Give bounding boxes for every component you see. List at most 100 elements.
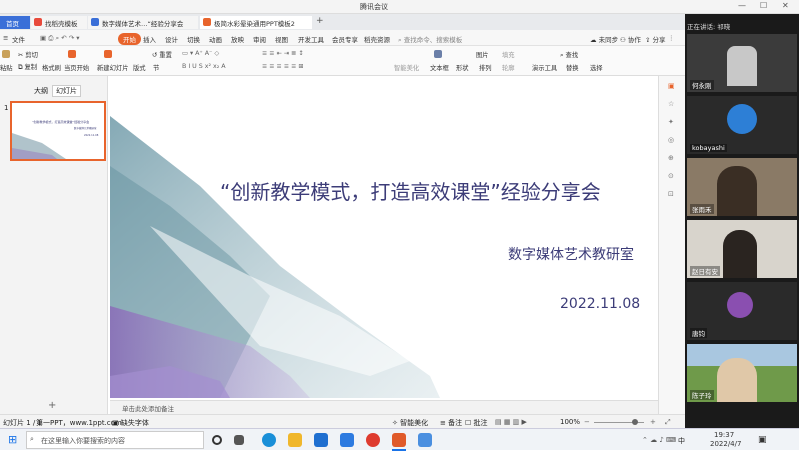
participant-tile[interactable]: kobayashi: [687, 96, 797, 154]
reset-button[interactable]: ↺ 重置: [152, 50, 172, 59]
cortana-icon[interactable]: [212, 435, 222, 445]
textbox-button[interactable]: 文本框: [430, 63, 449, 72]
missing-font-button[interactable]: ▣ 缺失字体: [112, 418, 149, 428]
participant-tile[interactable]: 何永刚: [687, 34, 797, 92]
play-icon[interactable]: [68, 50, 78, 58]
share-button[interactable]: ⇪ 分享: [645, 34, 666, 44]
zoom-out-icon[interactable]: −: [584, 418, 590, 426]
presentation-tool-button[interactable]: 演示工具: [532, 63, 557, 72]
shape-icon[interactable]: ◎: [668, 136, 674, 144]
slide-date[interactable]: 2022.11.08: [560, 296, 640, 312]
textbox-icon[interactable]: [434, 50, 444, 58]
mail-icon[interactable]: [314, 433, 328, 447]
style-icon[interactable]: ☆: [668, 100, 674, 108]
clock-time[interactable]: 19:37: [714, 431, 734, 439]
tab-slides[interactable]: 幻灯片: [52, 85, 81, 97]
notes-area[interactable]: 单击此处添加备注: [110, 400, 658, 414]
notes-toggle[interactable]: ≡ 备注: [440, 418, 462, 428]
add-slide-button[interactable]: +: [48, 400, 56, 411]
menu-view[interactable]: 视图: [275, 34, 288, 44]
select-button[interactable]: 选择: [590, 63, 603, 72]
menu-member[interactable]: 会员专享: [332, 34, 358, 44]
menu-insert[interactable]: 插入: [143, 34, 156, 44]
menu-docer-resources[interactable]: 稻壳资源: [364, 34, 390, 44]
cut-button[interactable]: ✂ 剪切: [18, 50, 38, 59]
menu-design[interactable]: 设计: [165, 34, 178, 44]
store-icon[interactable]: [340, 433, 354, 447]
chrome-icon[interactable]: [366, 433, 380, 447]
zoom-in-icon[interactable]: +: [650, 418, 656, 426]
location-icon[interactable]: ⊙: [668, 172, 674, 180]
animation-icon[interactable]: ✦: [668, 118, 674, 126]
notification-icon[interactable]: ▣: [758, 435, 767, 445]
backup-icon[interactable]: ⊡: [668, 190, 674, 198]
quick-access-toolbar[interactable]: ▣ ⎙ ⌕ ↶ ↷ ▾: [40, 34, 79, 43]
hamburger-icon[interactable]: ≡: [3, 34, 8, 42]
edge-icon[interactable]: [262, 433, 276, 447]
font-controls[interactable]: ▭ ▾ A⁺ A⁻ ◇: [182, 50, 219, 57]
paste-label[interactable]: 粘贴: [0, 63, 13, 72]
close-icon[interactable]: ✕: [782, 1, 789, 10]
new-slide-button[interactable]: 新建幻灯片: [97, 63, 128, 72]
menu-start[interactable]: 开始: [118, 33, 141, 45]
participant-tile[interactable]: 陈子玲: [687, 344, 797, 402]
system-tray-icons[interactable]: ⌃ ☁ ♪ ⌨: [642, 436, 676, 444]
arrange-button[interactable]: 排列: [479, 63, 492, 72]
menu-transition[interactable]: 切换: [187, 34, 200, 44]
menu-file[interactable]: 文件: [12, 34, 25, 44]
comments-toggle[interactable]: ☐ 批注: [465, 418, 488, 428]
minimize-icon[interactable]: —: [738, 1, 746, 10]
outline-button[interactable]: 轮廓: [502, 63, 515, 72]
menu-slideshow[interactable]: 放映: [231, 34, 244, 44]
participant-tile[interactable]: 唐钧: [687, 282, 797, 340]
fill-button[interactable]: 填充: [502, 50, 515, 59]
tab-outline[interactable]: 大纲: [34, 86, 48, 96]
search-command-box[interactable]: ⌕ 查找命令、搜索模板: [398, 34, 462, 45]
maximize-icon[interactable]: ☐: [760, 1, 767, 10]
sync-status[interactable]: ☁ 未同步: [590, 34, 618, 44]
alignment-controls[interactable]: ≡ ≡ ≡ ≡ ≡ ⊞: [262, 63, 304, 70]
resource-icon[interactable]: ⊕: [668, 154, 674, 162]
layout-button[interactable]: 版式: [133, 63, 146, 72]
wps-presentation-icon[interactable]: [392, 433, 406, 447]
slide-title[interactable]: “创新教学模式，打造高效课堂”经验分享会: [220, 176, 601, 205]
beautify-button[interactable]: ✧ 智能美化: [392, 418, 428, 428]
zoom-level[interactable]: 100%: [560, 418, 580, 426]
tab-home[interactable]: 首页: [0, 16, 30, 29]
tab-docer-templates[interactable]: 找稻壳模板: [31, 16, 87, 29]
shape-button[interactable]: 形状: [456, 63, 469, 72]
smart-beautify-button[interactable]: 智能美化: [394, 63, 419, 72]
zoom-slider-handle[interactable]: [632, 419, 638, 425]
participant-tile[interactable]: 赵日有安: [687, 220, 797, 278]
task-view-icon[interactable]: [234, 435, 244, 445]
slide-subtitle[interactable]: 数字媒体艺术教研室: [508, 244, 634, 264]
menu-animation[interactable]: 动画: [209, 34, 222, 44]
from-current-button[interactable]: 当页开始: [64, 63, 89, 72]
more-icon[interactable]: ⋮: [668, 34, 675, 42]
section-button[interactable]: 节: [153, 63, 159, 72]
property-icon[interactable]: ▣: [668, 82, 675, 90]
clock-date[interactable]: 2022/4/7: [710, 440, 741, 448]
participant-tile[interactable]: 张雨禾: [687, 158, 797, 216]
menu-review[interactable]: 审阅: [253, 34, 266, 44]
input-language[interactable]: 中: [678, 436, 685, 446]
search-input[interactable]: ⌕ 在这里输入你要搜索的内容: [26, 431, 204, 449]
windows-start-icon[interactable]: ⊞: [8, 433, 17, 446]
replace-button[interactable]: 替换: [566, 63, 579, 72]
new-tab-icon[interactable]: +: [316, 16, 324, 26]
collaborate-button[interactable]: ⚇ 协作: [620, 34, 641, 44]
format-painter-button[interactable]: 格式刷: [42, 63, 61, 72]
tencent-meeting-icon[interactable]: [418, 433, 432, 447]
text-style-controls[interactable]: B I U S x² x₂ A: [182, 63, 226, 70]
paste-button[interactable]: [2, 50, 12, 58]
slide-thumbnail[interactable]: “创新教学模式，打造高效课堂”经验分享会 数字媒体艺术教研室 2022.11.0…: [10, 101, 106, 161]
slide-canvas[interactable]: “创新教学模式，打造高效课堂”经验分享会 数字媒体艺术教研室 2022.11.0…: [110, 76, 658, 398]
fit-window-icon[interactable]: ⤢: [665, 418, 671, 427]
tab-experience-sharing[interactable]: 数字媒体艺术…“经验分享会: [88, 16, 198, 29]
copy-button[interactable]: ⧉ 复制: [18, 62, 37, 72]
find-button[interactable]: ⌕ 查找: [560, 50, 578, 60]
new-slide-icon[interactable]: [104, 50, 114, 58]
file-explorer-icon[interactable]: [288, 433, 302, 447]
tab-watercolor-template[interactable]: 极简水彩晕染通用PPT模板2: [200, 16, 312, 29]
view-mode-icons[interactable]: ▤ ▦ ▥ ▶: [495, 418, 527, 426]
